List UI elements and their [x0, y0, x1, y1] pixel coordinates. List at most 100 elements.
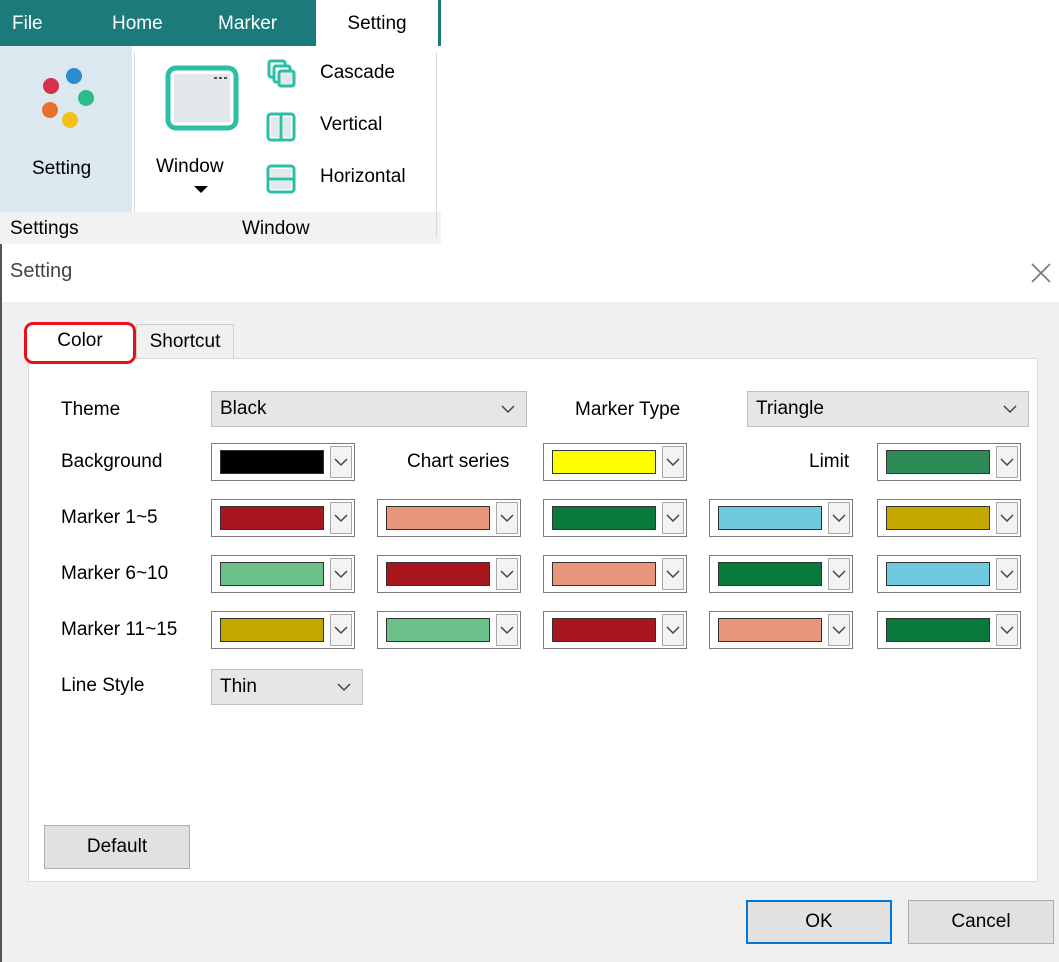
dropdown-button[interactable]	[496, 502, 518, 534]
marker-color-picker[interactable]	[543, 611, 687, 649]
color-swatch	[552, 506, 656, 530]
marker-color-picker[interactable]	[377, 555, 521, 593]
dropdown-button[interactable]	[496, 614, 518, 646]
chevron-down-icon	[1000, 514, 1014, 523]
marker-type-value: Triangle	[756, 398, 824, 419]
marker-row-label: Marker 6~10	[61, 563, 169, 584]
marker-color-picker[interactable]	[877, 499, 1021, 537]
dropdown-button[interactable]	[662, 558, 684, 590]
dropdown-button[interactable]	[330, 446, 352, 478]
dropdown-button[interactable]	[996, 446, 1018, 478]
marker-color-picker[interactable]	[543, 555, 687, 593]
cascade-button[interactable]: Cascade	[264, 54, 434, 94]
marker-color-picker[interactable]	[211, 499, 355, 537]
horizontal-label: Horizontal	[320, 166, 406, 187]
limit-color-picker[interactable]	[877, 443, 1021, 481]
horizontal-button[interactable]: Horizontal	[264, 158, 434, 198]
chart-series-color-picker[interactable]	[543, 443, 687, 481]
dropdown-button[interactable]	[330, 558, 352, 590]
ribbon-body: Setting Window Cascade Vertical Horizont…	[0, 46, 441, 244]
dialog-title: Setting	[10, 260, 73, 282]
dropdown-button[interactable]	[828, 558, 850, 590]
dropdown-button[interactable]	[996, 614, 1018, 646]
dropdown-button[interactable]	[330, 614, 352, 646]
line-style-label: Line Style	[61, 675, 145, 696]
horizontal-split-icon	[266, 164, 296, 194]
window-group-label: Window	[242, 218, 310, 239]
palette-icon	[42, 68, 94, 128]
chevron-down-icon	[334, 514, 348, 523]
theme-label: Theme	[61, 399, 121, 420]
setting-dialog: Setting Shortcut Color Theme Black Marke…	[0, 244, 1059, 962]
chevron-down-icon	[334, 458, 348, 467]
color-tab-panel: Theme Black Marker Type Triangle Backgro…	[28, 358, 1038, 882]
vertical-label: Vertical	[320, 114, 383, 135]
chevron-down-icon	[1000, 626, 1014, 635]
marker-color-picker[interactable]	[709, 611, 853, 649]
color-swatch	[552, 562, 656, 586]
marker-color-picker[interactable]	[377, 499, 521, 537]
setting-button-label: Setting	[32, 158, 92, 179]
theme-select[interactable]: Black	[211, 391, 527, 427]
chevron-down-icon	[1003, 405, 1017, 414]
tab-color[interactable]: Color	[24, 322, 136, 364]
chevron-down-icon	[1000, 570, 1014, 579]
window-ribbon-button[interactable]: Window	[150, 46, 254, 212]
marker-row-label: Marker 1~5	[61, 507, 158, 528]
marker-color-picker[interactable]	[709, 555, 853, 593]
chevron-down-icon	[334, 626, 348, 635]
cascade-label: Cascade	[320, 62, 395, 83]
marker-type-select[interactable]: Triangle	[747, 391, 1029, 427]
vertical-button[interactable]: Vertical	[264, 106, 434, 146]
cascade-icon	[267, 59, 296, 88]
ribbon-tab-marker[interactable]: Marker	[218, 0, 294, 46]
marker-color-picker[interactable]	[877, 555, 1021, 593]
chevron-down-icon	[832, 570, 846, 579]
limit-label: Limit	[809, 451, 850, 472]
marker-color-picker[interactable]	[211, 611, 355, 649]
dropdown-button[interactable]	[828, 614, 850, 646]
settings-group-label: Settings	[10, 218, 79, 239]
chevron-down-icon	[832, 514, 846, 523]
marker-color-picker[interactable]	[877, 611, 1021, 649]
background-color-picker[interactable]	[211, 443, 355, 481]
color-swatch	[386, 506, 490, 530]
close-icon[interactable]	[1028, 260, 1054, 286]
marker-color-picker[interactable]	[709, 499, 853, 537]
dropdown-button[interactable]	[662, 502, 684, 534]
dropdown-button[interactable]	[662, 614, 684, 646]
line-style-select[interactable]: Thin	[211, 669, 363, 705]
dropdown-button[interactable]	[996, 558, 1018, 590]
color-swatch	[220, 562, 324, 586]
window-icon	[165, 65, 239, 131]
ok-button[interactable]: OK	[746, 900, 892, 944]
marker-color-picker[interactable]	[377, 611, 521, 649]
dropdown-button[interactable]	[828, 502, 850, 534]
color-swatch	[220, 450, 324, 474]
color-swatch	[220, 618, 324, 642]
ribbon-tab-home[interactable]: Home	[112, 0, 172, 46]
ribbon-tab-bar: File Home Marker Setting	[0, 0, 441, 48]
marker-color-picker[interactable]	[211, 555, 355, 593]
chevron-down-icon	[666, 458, 680, 467]
chevron-down-icon	[666, 514, 680, 523]
dropdown-triangle-icon	[194, 186, 208, 193]
ribbon-tab-setting[interactable]: Setting	[316, 0, 438, 48]
dropdown-button[interactable]	[496, 558, 518, 590]
tab-shortcut[interactable]: Shortcut	[136, 324, 234, 360]
dropdown-button[interactable]	[662, 446, 684, 478]
ribbon-tab-file[interactable]: File	[12, 0, 60, 46]
dropdown-button[interactable]	[996, 502, 1018, 534]
default-button[interactable]: Default	[44, 825, 190, 869]
setting-ribbon-button[interactable]: Setting	[0, 46, 132, 212]
color-swatch	[552, 450, 656, 474]
chevron-down-icon	[500, 626, 514, 635]
marker-type-label: Marker Type	[575, 399, 681, 420]
dropdown-button[interactable]	[330, 502, 352, 534]
color-swatch	[386, 618, 490, 642]
chevron-down-icon	[334, 570, 348, 579]
color-swatch	[886, 506, 990, 530]
cancel-button[interactable]: Cancel	[908, 900, 1054, 944]
chevron-down-icon	[1000, 458, 1014, 467]
marker-color-picker[interactable]	[543, 499, 687, 537]
